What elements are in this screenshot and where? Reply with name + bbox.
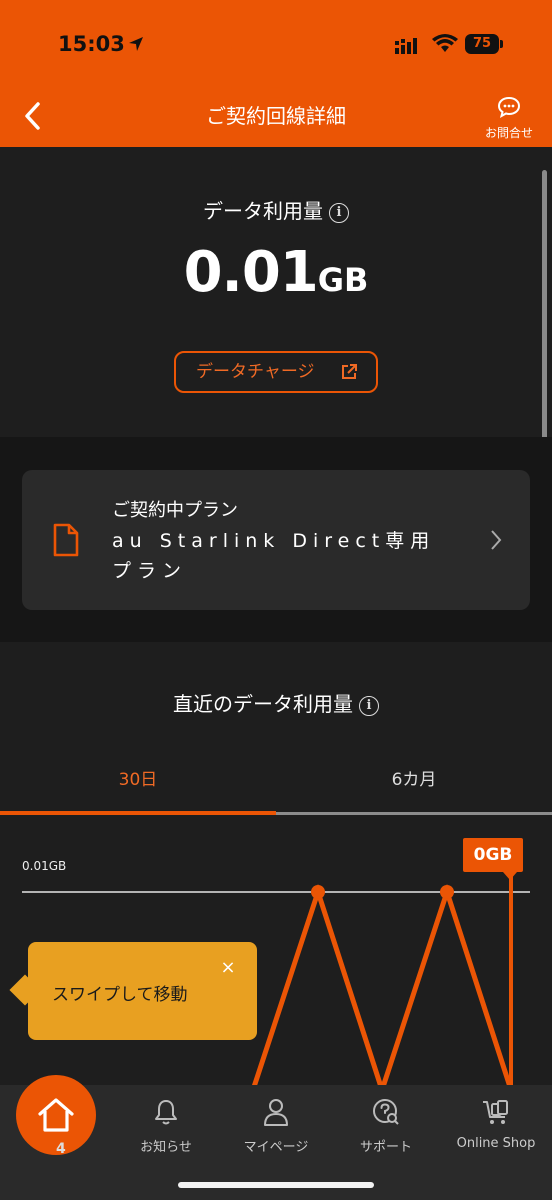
home-icon bbox=[38, 1098, 74, 1132]
nav-online-shop-label: Online Shop bbox=[456, 1136, 536, 1151]
app-header: 15:03 75 ご契約回線詳細 お問合せ bbox=[0, 0, 552, 147]
usage-number: 0.01 bbox=[183, 240, 319, 305]
nav-mypage[interactable]: マイページ bbox=[236, 1098, 316, 1155]
external-link-icon bbox=[342, 364, 357, 379]
usage-series-line bbox=[250, 883, 514, 1099]
home-badge: 4 bbox=[56, 1141, 66, 1157]
contact-button[interactable]: お問合せ bbox=[476, 96, 542, 144]
document-icon bbox=[53, 523, 79, 557]
usage-label-row: データ利用量 i bbox=[0, 195, 552, 224]
swipe-tooltip: スワイプして移動 × bbox=[28, 942, 257, 1040]
home-indicator bbox=[178, 1182, 374, 1188]
usage-data-point[interactable] bbox=[440, 885, 454, 899]
usage-label: データ利用量 bbox=[203, 199, 323, 223]
signal-icon bbox=[395, 38, 417, 54]
close-icon[interactable]: × bbox=[218, 958, 238, 978]
recent-usage-title-row: 直近のデータ利用量 i bbox=[0, 688, 552, 717]
status-time: 15:03 bbox=[58, 32, 125, 56]
data-charge-label: データチャージ bbox=[196, 362, 315, 382]
battery-indicator: 75 bbox=[465, 34, 503, 54]
current-value-tag: 0GB bbox=[463, 838, 523, 880]
gridline-label: 0.01GB bbox=[22, 859, 67, 873]
battery-level: 75 bbox=[472, 36, 492, 51]
nav-support-label: サポート bbox=[359, 1140, 412, 1155]
location-arrow-icon bbox=[129, 37, 143, 51]
tab-30-days[interactable]: 30日 bbox=[0, 765, 276, 790]
nav-support[interactable]: サポート bbox=[350, 1098, 422, 1155]
wifi-icon bbox=[432, 34, 458, 52]
plan-card[interactable]: ご契約中プラン au Starlink Direct専用プラン bbox=[22, 470, 530, 610]
info-icon[interactable]: i bbox=[329, 203, 349, 223]
nav-mypage-label: マイページ bbox=[243, 1140, 309, 1155]
page-title: ご契約回線詳細 bbox=[206, 104, 346, 128]
nav-notice[interactable]: お知らせ bbox=[128, 1098, 204, 1155]
chat-bubble-icon bbox=[497, 96, 521, 118]
plan-title: ご契約中プラン bbox=[112, 500, 238, 521]
contact-label: お問合せ bbox=[484, 126, 533, 140]
person-icon bbox=[264, 1099, 288, 1126]
support-icon bbox=[373, 1099, 399, 1125]
tab-6-months[interactable]: 6カ月 bbox=[276, 765, 552, 790]
swipe-tooltip-text: スワイプして移動 bbox=[52, 985, 188, 1005]
recent-usage-title: 直近のデータ利用量 bbox=[173, 692, 353, 716]
bell-icon bbox=[155, 1100, 177, 1125]
data-charge-button[interactable]: データチャージ bbox=[174, 351, 378, 393]
nav-online-shop[interactable]: Online Shop bbox=[448, 1098, 544, 1151]
usage-unit: GB bbox=[317, 261, 369, 299]
usage-value: 0.01GB bbox=[0, 240, 552, 305]
chevron-right-icon bbox=[491, 530, 502, 550]
plan-name: au Starlink Direct専用プラン bbox=[112, 530, 436, 582]
info-icon[interactable]: i bbox=[359, 696, 379, 716]
nav-notice-label: お知らせ bbox=[140, 1140, 192, 1155]
usage-data-point[interactable] bbox=[311, 885, 325, 899]
shop-cart-icon bbox=[483, 1100, 508, 1124]
